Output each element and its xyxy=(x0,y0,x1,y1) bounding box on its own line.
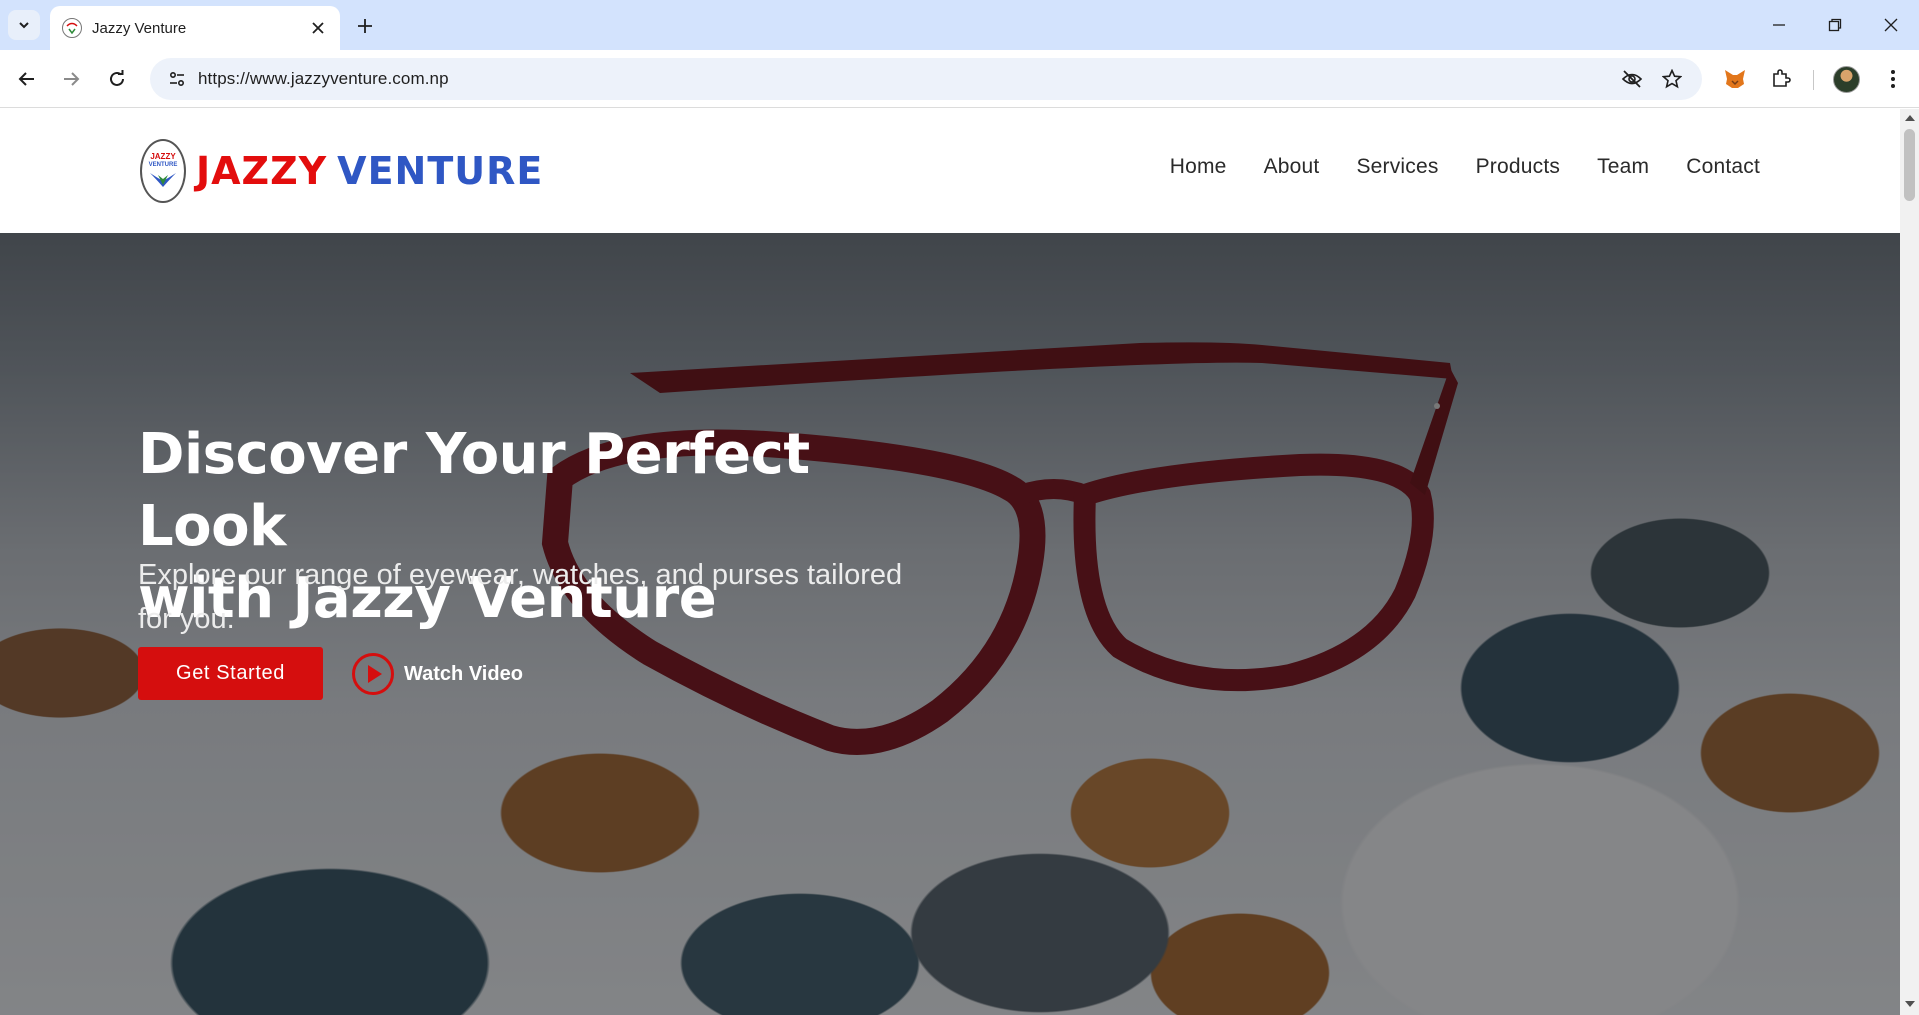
hero-subtitle: Explore our range of eyewear, watches, a… xyxy=(138,559,903,635)
address-bar[interactable]: https://www.jazzyventure.com.np xyxy=(150,58,1702,100)
get-started-button[interactable]: Get Started xyxy=(138,647,323,700)
extensions-button[interactable] xyxy=(1766,64,1796,94)
window-close-button[interactable] xyxy=(1863,0,1919,50)
tracking-protection-button[interactable] xyxy=(1616,63,1648,95)
logo-word-jazzy: JAZZY xyxy=(196,149,328,193)
emblem-text-top: JAZZY xyxy=(150,151,176,161)
site-info-button[interactable] xyxy=(164,66,190,92)
close-icon xyxy=(312,22,324,34)
profile-avatar[interactable] xyxy=(1833,66,1860,93)
metamask-fox-icon xyxy=(1725,70,1745,88)
browser-menu-button[interactable] xyxy=(1878,64,1908,94)
reload-button[interactable] xyxy=(102,64,132,94)
nav-link-home[interactable]: Home xyxy=(1170,155,1227,179)
forward-icon xyxy=(64,72,80,86)
star-icon xyxy=(1662,69,1682,89)
play-icon xyxy=(352,653,394,695)
logo-word-venture: VENTURE xyxy=(337,149,544,193)
tab-search-icon xyxy=(19,22,29,29)
logo-emblem: JAZZY VENTURE xyxy=(140,139,186,203)
nav-link-contact[interactable]: Contact xyxy=(1686,155,1760,179)
browser-toolbar: https://www.jazzyventure.com.np xyxy=(0,50,1919,108)
nav-link-services[interactable]: Services xyxy=(1356,155,1438,179)
emblem-wings-icon xyxy=(150,172,176,187)
nav-link-team[interactable]: Team xyxy=(1597,155,1649,179)
browser-tab-bar: Jazzy Venture xyxy=(0,0,1919,50)
new-tab-button[interactable] xyxy=(352,13,378,39)
reload-icon xyxy=(110,70,124,86)
minimize-icon xyxy=(1773,24,1785,26)
tab-search-button[interactable] xyxy=(8,10,40,40)
bookmark-button[interactable] xyxy=(1656,63,1688,95)
hero-title-line-1: Discover Your Perfect Look xyxy=(138,422,810,559)
tab-close-button[interactable] xyxy=(308,18,328,38)
tab-title: Jazzy Venture xyxy=(92,19,187,37)
main-navigation: Home About Services Products Team Contac… xyxy=(1170,155,1760,179)
page-viewport: JAZZY VENTURE JAZZY VENTURE Home About S… xyxy=(0,109,1900,1015)
scrollbar-thumb[interactable] xyxy=(1904,129,1915,201)
restore-button[interactable] xyxy=(1807,0,1863,50)
minimize-button[interactable] xyxy=(1751,0,1807,50)
site-header: JAZZY VENTURE JAZZY VENTURE Home About S… xyxy=(0,109,1900,233)
hero-section: Discover Your Perfect Look with Jazzy Ve… xyxy=(0,233,1900,1015)
site-favicon-icon xyxy=(62,18,82,38)
forward-button[interactable] xyxy=(56,64,86,94)
kebab-menu-icon xyxy=(1891,70,1895,88)
watch-video-label: Watch Video xyxy=(404,662,523,685)
back-button[interactable] xyxy=(12,64,42,94)
window-close-icon xyxy=(1884,18,1898,32)
back-icon xyxy=(18,72,34,86)
emblem-text-bottom: VENTURE xyxy=(148,161,178,168)
eye-slash-icon xyxy=(1621,70,1643,88)
site-info-icon xyxy=(169,71,185,87)
scroll-down-arrow-icon[interactable] xyxy=(1905,1001,1915,1007)
page-scrollbar[interactable] xyxy=(1900,109,1919,1015)
scroll-up-arrow-icon[interactable] xyxy=(1905,115,1915,121)
site-logo[interactable]: JAZZY VENTURE JAZZY VENTURE xyxy=(140,139,543,203)
toolbar-divider xyxy=(1813,70,1814,90)
watch-video-button[interactable]: Watch Video xyxy=(352,651,523,697)
window-controls xyxy=(1751,0,1919,50)
puzzle-icon xyxy=(1773,69,1791,87)
url-text[interactable]: https://www.jazzyventure.com.np xyxy=(198,69,1608,89)
nav-link-products[interactable]: Products xyxy=(1476,155,1560,179)
plus-icon xyxy=(358,19,372,33)
metamask-extension-button[interactable] xyxy=(1720,64,1750,94)
browser-tab-active[interactable]: Jazzy Venture xyxy=(50,6,340,50)
restore-icon xyxy=(1828,18,1842,32)
nav-link-about[interactable]: About xyxy=(1264,155,1320,179)
